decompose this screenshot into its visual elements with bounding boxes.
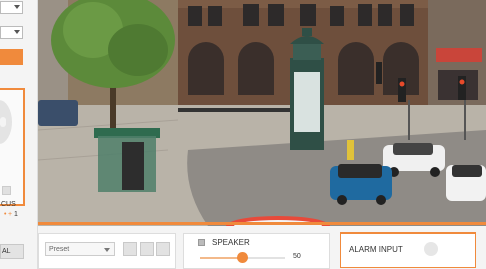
video-selection-border (38, 222, 486, 225)
alarm-status-icon (424, 242, 438, 256)
focus-label: CUS (1, 201, 16, 208)
street-camera-image (38, 0, 486, 226)
optical-button[interactable]: AL (0, 244, 24, 259)
preset-add-button[interactable] (123, 242, 137, 256)
ptz-joystick-handle[interactable] (0, 117, 6, 127)
chevron-down-icon (14, 5, 20, 9)
chevron-down-icon (14, 30, 20, 34)
preset-goto-button[interactable] (140, 242, 154, 256)
focus-plus-icon[interactable]: + (8, 211, 12, 219)
preset-placeholder: Preset (49, 246, 70, 253)
dropdown-second[interactable] (0, 26, 23, 39)
focus-minus-icon[interactable]: • (4, 211, 6, 219)
apply-button[interactable] (0, 49, 23, 65)
chevron-down-icon (104, 248, 110, 252)
dropdown-top[interactable] (0, 1, 23, 14)
optical-label: AL (2, 248, 11, 255)
speaker-volume-value: 50 (293, 253, 301, 260)
speaker-label: SPEAKER (212, 238, 250, 247)
preset-delete-button[interactable] (156, 242, 170, 256)
zoom-out-button[interactable] (2, 186, 11, 195)
preset-select[interactable]: Preset (45, 242, 115, 256)
alarm-input-label: ALARM INPUT (349, 245, 403, 254)
focus-value: 1 (14, 211, 18, 218)
speaker-checkbox[interactable] (198, 239, 205, 246)
speaker-card (183, 233, 330, 269)
video-feed[interactable] (38, 0, 486, 226)
speaker-volume-thumb[interactable] (237, 252, 248, 263)
